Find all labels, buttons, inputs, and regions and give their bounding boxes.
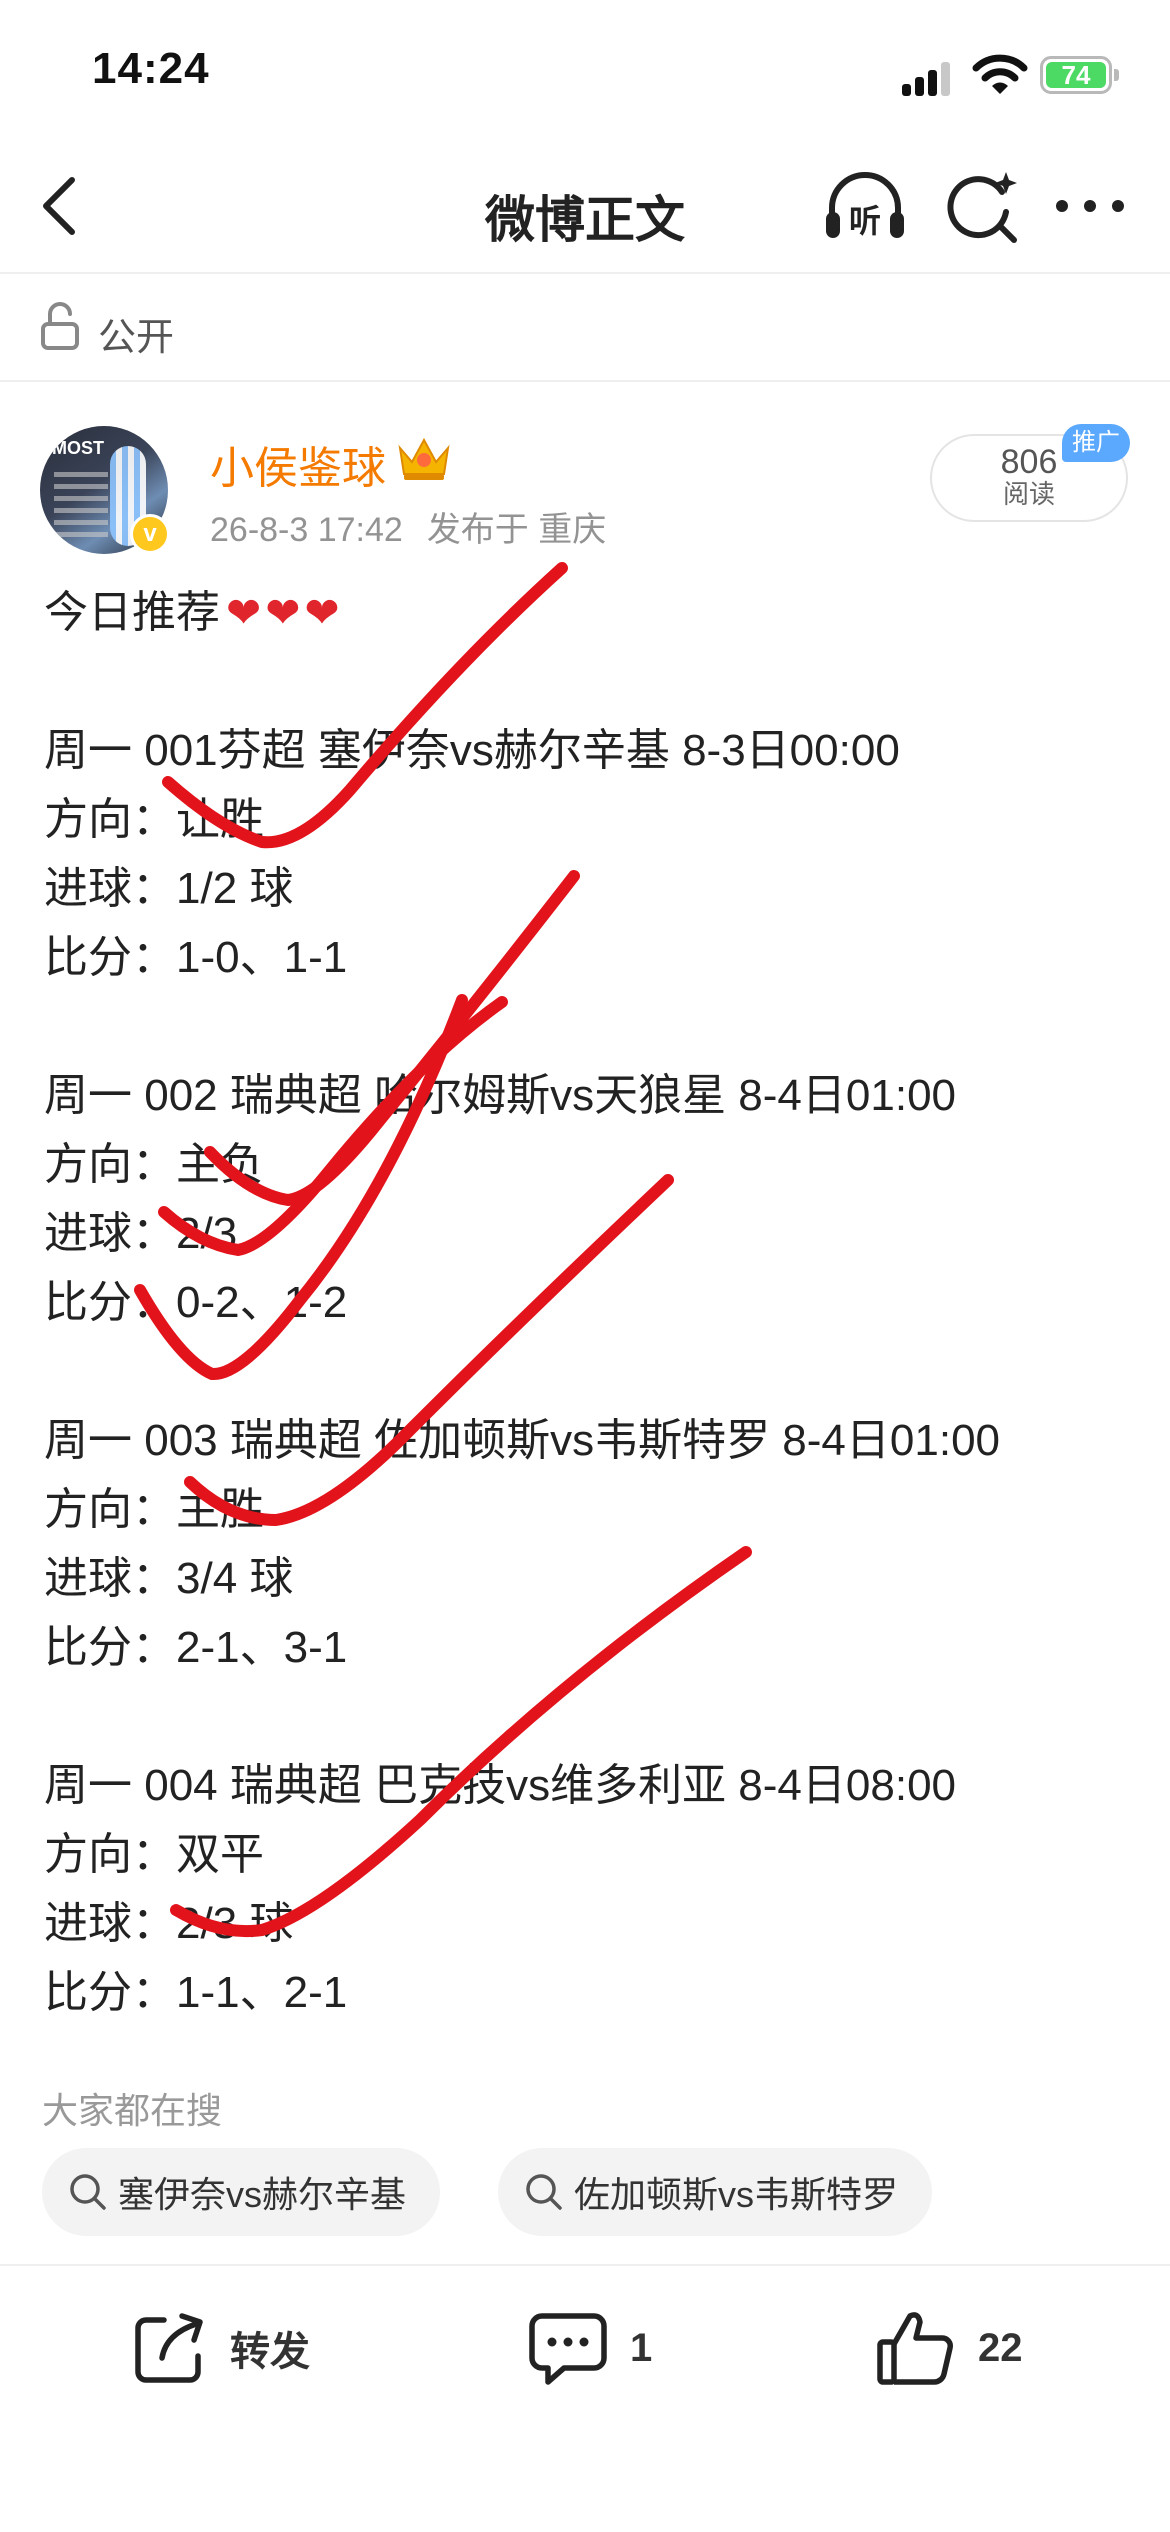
post-line: 比分：2-1、3-1 bbox=[44, 1623, 348, 1672]
post-line: 进球：2/3 bbox=[44, 1209, 238, 1258]
post-line: 方向：双平 bbox=[44, 1830, 264, 1879]
like-count: 22 bbox=[978, 2325, 1023, 2370]
post-meta: 26-8-3 17:42 发布于 重庆 bbox=[210, 502, 630, 551]
post-intro: 今日推荐 bbox=[44, 588, 220, 637]
search-icon bbox=[526, 2174, 562, 2210]
hot-search-chip-2[interactable]: 佐加顿斯vs韦斯特罗 bbox=[498, 2148, 933, 2236]
post-line: 周一 001芬超 塞伊奈vs赫尔辛基 8-3日00:00 bbox=[44, 726, 900, 775]
hot-search-chip-text: 佐加顿斯vs韦斯特罗 bbox=[574, 2174, 899, 2215]
post-line: 方向：让胜 bbox=[44, 795, 264, 844]
comment-count: 1 bbox=[630, 2325, 653, 2370]
like-button[interactable]: 22 bbox=[876, 2308, 1023, 2388]
cellular-signal-icon bbox=[902, 62, 952, 96]
comment-icon bbox=[529, 2313, 607, 2385]
post-line: 方向：主胜 bbox=[44, 1485, 264, 1534]
avatar-text: MOST bbox=[52, 438, 104, 458]
battery-level: 74 bbox=[1061, 60, 1091, 90]
post-body: 今日推荐 ❤❤❤ 周一 001芬超 塞伊奈vs赫尔辛基 8-3日00:00 方向：让… bbox=[44, 578, 1144, 2027]
crown-icon[interactable] bbox=[394, 432, 454, 484]
post-lines: 周一 001芬超 塞伊奈vs赫尔辛基 8-3日00:00 方向：让胜进球：1/2 … bbox=[44, 716, 1144, 2027]
post-line: 比分：1-1、2-1 bbox=[44, 1968, 348, 2017]
repost-label: 转发 bbox=[230, 2330, 310, 2374]
search-icon bbox=[70, 2174, 106, 2210]
post-line: 进球：2/3 球 bbox=[44, 1899, 294, 1948]
more-button[interactable] bbox=[1050, 176, 1130, 236]
post-line: 周一 004 瑞典超 巴克技vs维多利亚 8-4日08:00 bbox=[44, 1761, 957, 1810]
read-label: 阅读 bbox=[1002, 479, 1055, 509]
author-name[interactable]: 小侯鉴球 bbox=[210, 432, 386, 496]
post-intro-line: 今日推荐 ❤❤❤ bbox=[44, 578, 1144, 647]
post-line: 周一 002 瑞典超 哈尔姆斯vs天狼星 8-4日01:00 bbox=[44, 1071, 957, 1120]
comment-button[interactable]: 1 bbox=[528, 2308, 652, 2388]
post-timestamp: 26-8-3 17:42 bbox=[210, 511, 403, 549]
unlock-icon bbox=[41, 302, 79, 350]
post-line: 进球：1/2 球 bbox=[44, 864, 294, 913]
action-bar: 转发 1 22 bbox=[0, 2264, 1170, 2434]
battery-icon: 74 bbox=[1040, 56, 1119, 94]
heart-emojis: ❤❤❤ bbox=[226, 589, 344, 636]
listen-icon-label: 听 bbox=[849, 202, 881, 240]
post-line: 方向：主负 bbox=[44, 1140, 264, 1189]
nav-bar: 微博正文 听 bbox=[0, 140, 1170, 274]
promo-badge[interactable]: 推广 bbox=[1062, 424, 1130, 462]
verified-badge: v bbox=[130, 514, 170, 554]
post-line: 比分：0-2、1-2 bbox=[44, 1278, 348, 1327]
repost-button[interactable]: 转发 bbox=[132, 2308, 310, 2388]
post-line: 进球：3/4 球 bbox=[44, 1554, 294, 1603]
listen-button[interactable]: 听 bbox=[822, 166, 908, 246]
status-time: 14:24 bbox=[92, 44, 210, 93]
post-line: 比分：1-0、1-1 bbox=[44, 933, 348, 982]
status-bar: 14:24 74 bbox=[0, 0, 1170, 140]
visibility-label: 公开 bbox=[98, 317, 175, 359]
share-icon bbox=[135, 2313, 203, 2383]
post-location: 发布于 重庆 bbox=[426, 511, 607, 549]
search-button[interactable] bbox=[944, 170, 1020, 246]
hot-search-chip-1[interactable]: 塞伊奈vs赫尔辛基 bbox=[42, 2148, 441, 2236]
thumbs-up-icon bbox=[877, 2312, 953, 2385]
hot-search-title: 大家都在搜 bbox=[42, 2090, 223, 2131]
wifi-icon bbox=[972, 54, 1028, 94]
post-line: 周一 003 瑞典超 佐加顿斯vs韦斯特罗 8-4日01:00 bbox=[44, 1416, 1001, 1465]
hot-search-chip-text: 塞伊奈vs赫尔辛基 bbox=[118, 2174, 407, 2215]
visibility-row: 公开 bbox=[0, 274, 1170, 382]
